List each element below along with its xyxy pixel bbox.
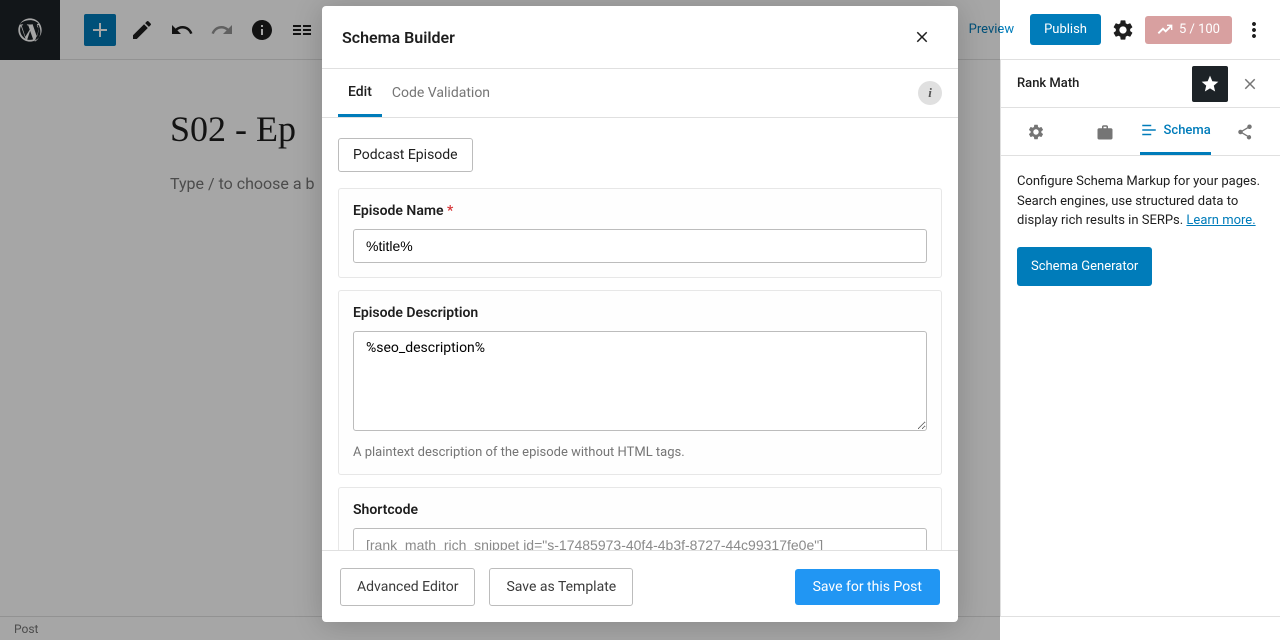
more-button[interactable] <box>1236 12 1272 48</box>
save-template-button[interactable]: Save as Template <box>489 568 633 606</box>
tab-schema[interactable]: Schema <box>1140 108 1211 155</box>
publish-button[interactable]: Publish <box>1030 14 1101 45</box>
schema-icon <box>1140 121 1158 139</box>
modal-tab-validation[interactable]: Code Validation <box>382 71 500 115</box>
tab-social[interactable] <box>1211 108 1280 155</box>
close-icon <box>913 28 931 46</box>
advanced-editor-button[interactable]: Advanced Editor <box>340 568 475 606</box>
panel-tabs: Schema <box>1001 108 1280 156</box>
learn-more-link[interactable]: Learn more. <box>1186 213 1255 228</box>
episode-name-label: Episode Name * <box>353 203 927 219</box>
briefcase-icon <box>1096 123 1114 141</box>
modal-close-button[interactable] <box>906 21 938 53</box>
gear-icon <box>1111 18 1135 42</box>
close-panel-button[interactable] <box>1232 66 1268 102</box>
modal-tab-edit[interactable]: Edit <box>338 70 382 117</box>
pin-panel-button[interactable] <box>1192 66 1228 102</box>
tab-general[interactable] <box>1001 108 1070 155</box>
star-icon <box>1200 74 1220 94</box>
shortcode-label: Shortcode <box>353 502 927 518</box>
schema-generator-button[interactable]: Schema Generator <box>1017 247 1152 287</box>
episode-desc-help: A plaintext description of the episode w… <box>353 445 927 460</box>
episode-name-input[interactable] <box>353 229 927 263</box>
settings-button[interactable] <box>1105 12 1141 48</box>
chart-icon <box>1157 22 1173 38</box>
rankmath-panel: Rank Math Schema Configure Schema Markup… <box>1000 60 1280 616</box>
panel-title: Rank Math <box>1017 76 1079 91</box>
share-icon <box>1236 123 1254 141</box>
schema-builder-modal: Schema Builder Edit Code Validation i Po… <box>322 6 958 622</box>
save-for-post-button[interactable]: Save for this Post <box>795 569 940 605</box>
shortcode-card: Shortcode You can either use this shortc… <box>338 487 942 550</box>
kebab-icon <box>1242 18 1266 42</box>
modal-title: Schema Builder <box>342 28 455 47</box>
close-icon <box>1241 75 1259 93</box>
modal-info-button[interactable]: i <box>918 81 942 105</box>
episode-name-card: Episode Name * <box>338 188 942 278</box>
tab-advanced[interactable] <box>1070 108 1139 155</box>
episode-desc-label: Episode Description <box>353 305 927 321</box>
episode-desc-input[interactable]: %seo_description% <box>353 331 927 431</box>
shortcode-input[interactable] <box>353 528 927 550</box>
episode-desc-card: Episode Description %seo_description% A … <box>338 290 942 475</box>
schema-type-chip[interactable]: Podcast Episode <box>338 138 473 172</box>
gear-icon <box>1027 123 1045 141</box>
seo-score-button[interactable]: 5 / 100 <box>1145 16 1232 44</box>
seo-score-value: 5 / 100 <box>1179 22 1220 37</box>
